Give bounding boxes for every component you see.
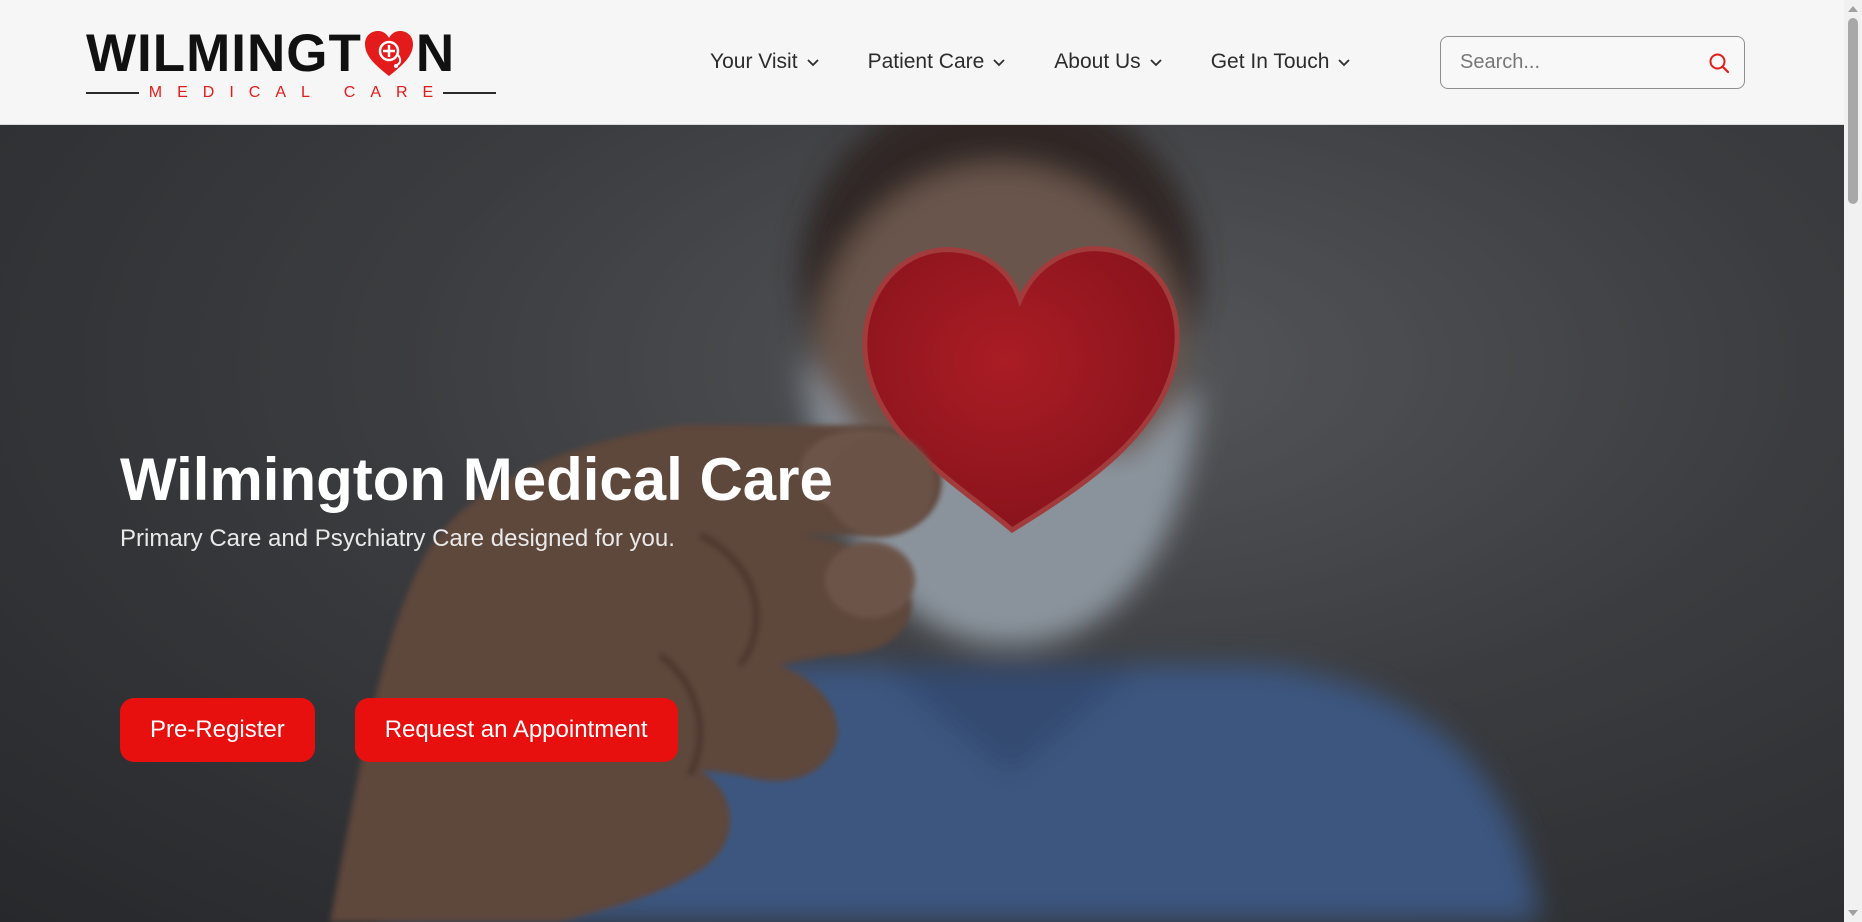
page: WILMINGT N MEDICAL CARE Your Visit Patie…	[0, 0, 1862, 922]
chevron-down-icon	[993, 59, 1005, 67]
logo-text-right: N	[415, 24, 456, 83]
site-logo[interactable]: WILMINGT N MEDICAL CARE	[86, 26, 496, 104]
pre-register-button[interactable]: Pre-Register	[120, 698, 315, 762]
logo-divider-left	[86, 92, 139, 94]
logo-text-left: WILMINGT	[86, 24, 362, 83]
logo-wordmark: WILMINGT N	[86, 26, 455, 82]
nav-item-get-in-touch[interactable]: Get In Touch	[1211, 44, 1352, 80]
hero-section: Wilmington Medical Care Primary Care and…	[0, 125, 1844, 922]
heart-stethoscope-icon	[364, 31, 413, 76]
scroll-up-arrow-icon[interactable]	[1848, 6, 1858, 12]
request-appointment-button[interactable]: Request an Appointment	[354, 698, 678, 762]
hero-title: Wilmington Medical Care	[120, 446, 833, 513]
hero-buttons: Pre-Register Request an Appointment	[120, 698, 718, 762]
nav-item-patient-care[interactable]: Patient Care	[868, 44, 1007, 80]
logo-tagline: MEDICAL CARE	[148, 84, 449, 101]
search-input[interactable]	[1441, 37, 1691, 88]
hero-subtitle: Primary Care and Psychiatry Care designe…	[120, 525, 675, 552]
scroll-down-arrow-icon[interactable]	[1848, 910, 1858, 916]
logo-tagline-row: MEDICAL CARE	[86, 82, 496, 104]
site-header: WILMINGT N MEDICAL CARE Your Visit Patie…	[0, 0, 1844, 125]
page-scrollbar[interactable]	[1844, 0, 1862, 922]
nav-item-label: Get In Touch	[1210, 50, 1330, 73]
scroll-thumb[interactable]	[1848, 18, 1858, 204]
logo-divider-right	[443, 92, 496, 94]
nav-item-your-visit[interactable]: Your Visit	[710, 44, 820, 80]
chevron-down-icon	[1338, 59, 1351, 67]
main-nav: Your Visit Patient Care About Us Get In …	[710, 44, 1399, 80]
search-box	[1440, 36, 1745, 89]
chevron-down-icon	[806, 59, 819, 67]
nav-item-about-us[interactable]: About Us	[1054, 44, 1162, 80]
hero-content: Wilmington Medical Care Primary Care and…	[120, 445, 1020, 555]
chevron-down-icon	[1150, 59, 1162, 67]
nav-item-label: About Us	[1054, 50, 1141, 73]
nav-item-label: Patient Care	[867, 50, 985, 73]
nav-item-label: Your Visit	[710, 50, 798, 73]
search-icon[interactable]	[1708, 52, 1730, 74]
